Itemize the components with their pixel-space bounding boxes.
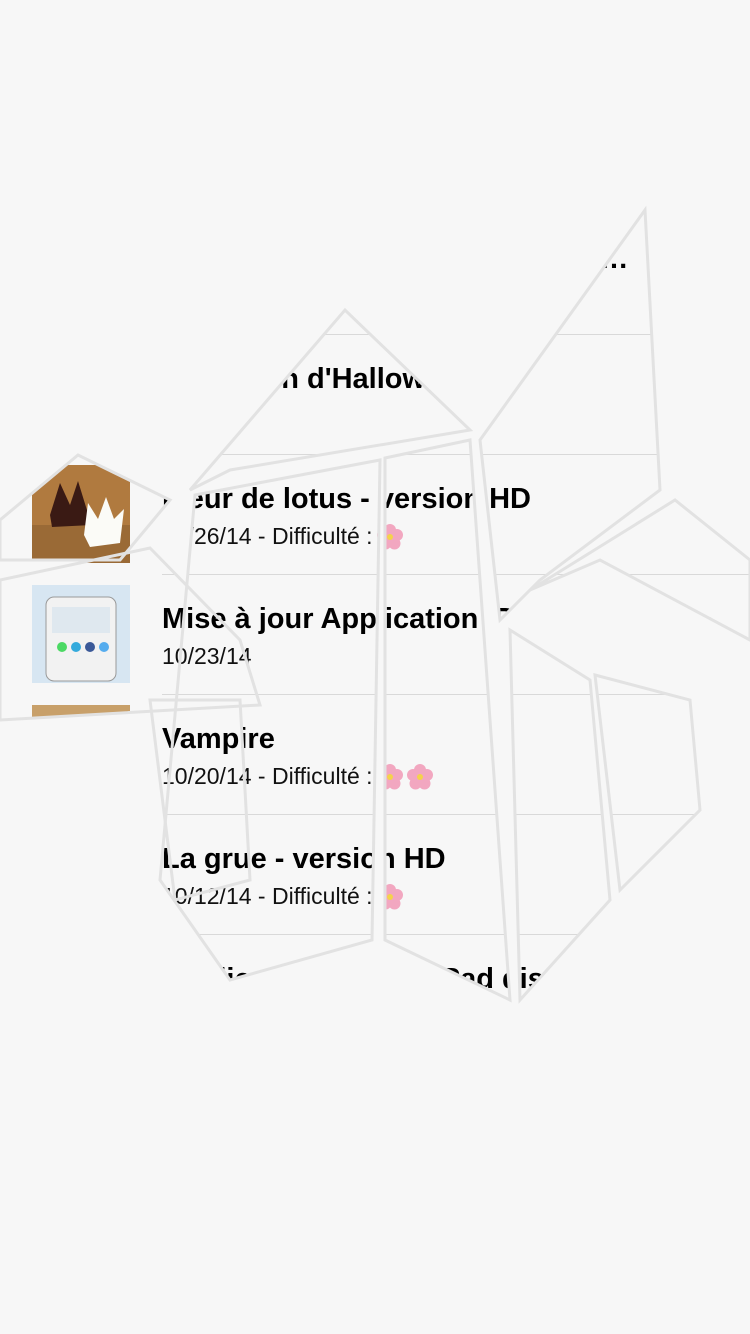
flower-icon bbox=[376, 764, 403, 790]
chevron-right-icon bbox=[697, 617, 724, 644]
item-title: La grue - version HD bbox=[162, 843, 446, 875]
item-title: Application iPhone/iPad disponible bbox=[162, 963, 647, 995]
item-title: Chaudron d'Halloween bbox=[162, 363, 476, 395]
item-subtitle: 10/20/14 - Difficulté : bbox=[162, 763, 433, 790]
item-subtitle: 10/26/14 - Difficulté : bbox=[162, 523, 403, 550]
item-title: Fleur de lotus - version HD bbox=[162, 483, 531, 515]
item-title: Décoration … bbox=[440, 243, 629, 275]
item-subtitle: 10/27/14 bbox=[162, 403, 252, 429]
subtitle-text: 10/20/14 - Difficulté : bbox=[162, 763, 373, 789]
iphone-share-thumb bbox=[32, 585, 130, 683]
vampire-thumb bbox=[32, 705, 130, 803]
item-title: Vampire bbox=[162, 723, 275, 755]
flower-icon bbox=[376, 524, 403, 550]
list-item[interactable]: Mise à jour Application iPhone/iPa… 10/2… bbox=[0, 575, 750, 695]
flower-icon bbox=[406, 764, 433, 790]
list-item[interactable]: La grue - version HD 10/12/14 - Difficul… bbox=[0, 815, 750, 935]
item-subtitle: 10/12/14 - Difficulté : bbox=[162, 883, 403, 910]
cauldron-thumb bbox=[32, 345, 130, 443]
item-title: Mise à jour Application iPhone/iPa… bbox=[162, 603, 664, 635]
subtitle-text: 10/12/14 - Difficulté : bbox=[162, 883, 373, 909]
crane-thumb bbox=[32, 825, 130, 923]
subtitle-text: 10/26/14 - Difficulté : bbox=[162, 523, 373, 549]
list-item[interactable]: Fleur de lotus - version HD 10/26/14 - D… bbox=[0, 455, 750, 575]
list-item[interactable]: Chaudron d'Halloween 10/27/14 bbox=[0, 335, 750, 455]
list-item[interactable]: Application iPhone/iPad disponible bbox=[0, 935, 750, 1055]
item-subtitle: 10/23/14 bbox=[162, 643, 252, 669]
flower-icon bbox=[376, 884, 403, 910]
list-item[interactable]: Vampire 10/20/14 - Difficulté : bbox=[0, 695, 750, 815]
lotus-thumb bbox=[32, 465, 130, 563]
list-item[interactable]: Décoration … bbox=[0, 215, 750, 335]
